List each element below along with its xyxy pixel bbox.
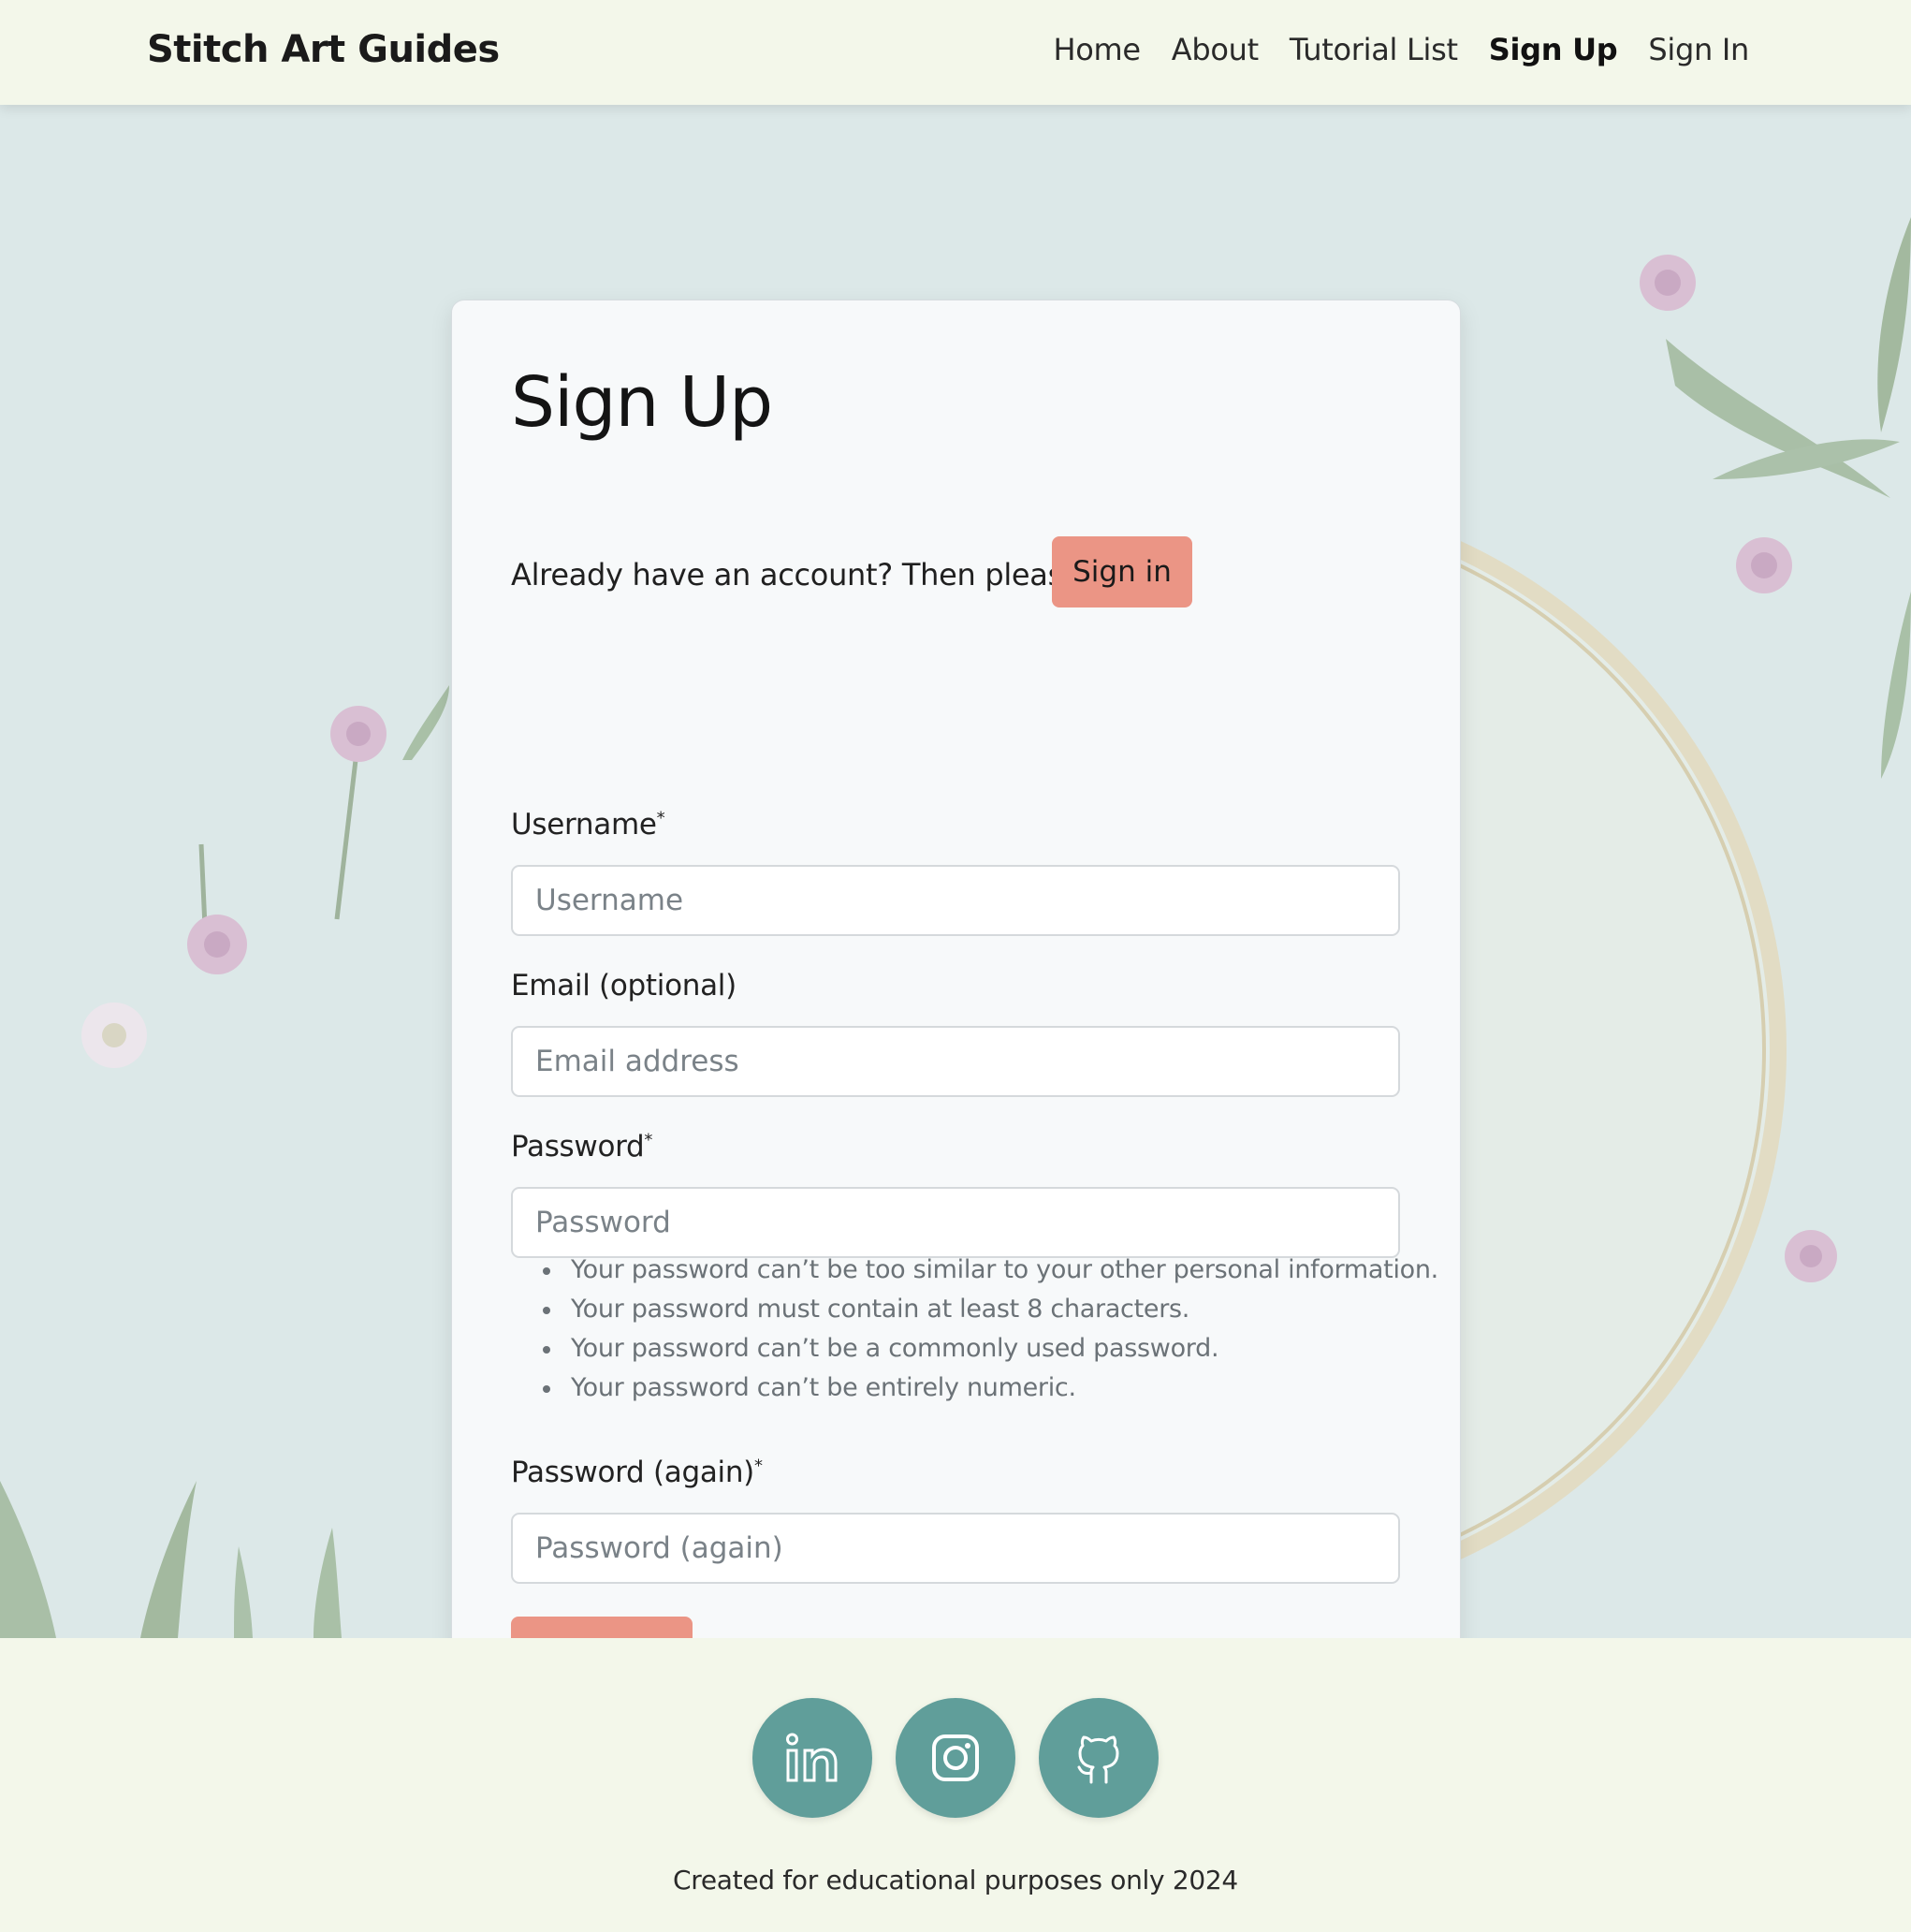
password-label: Password*: [511, 1130, 653, 1164]
password-help-item: Your password can’t be entirely numeric.: [511, 1368, 1438, 1408]
email-input[interactable]: [511, 1026, 1400, 1097]
nav-home[interactable]: Home: [1053, 32, 1141, 67]
required-marker: *: [644, 1130, 653, 1150]
navbar: Stitch Art Guides Home About Tutorial Li…: [0, 0, 1911, 105]
password-again-input[interactable]: [511, 1513, 1400, 1584]
nav-about[interactable]: About: [1172, 32, 1259, 67]
hero-background: Sign Up Already have an account? Then pl…: [0, 105, 1911, 1638]
email-label: Email (optional): [511, 969, 737, 1003]
brand-logo[interactable]: Stitch Art Guides: [147, 28, 500, 71]
sign-in-button[interactable]: Sign in: [1052, 536, 1192, 607]
password-help-item: Your password must contain at least 8 ch…: [511, 1290, 1438, 1329]
nav-sign-up[interactable]: Sign Up: [1489, 32, 1618, 67]
password-help-item: Your password can’t be too similar to yo…: [511, 1251, 1438, 1290]
already-account-text: Already have an account? Then please: [511, 557, 1082, 593]
linkedin-icon: [786, 1733, 838, 1782]
username-label: Username*: [511, 808, 665, 842]
nav-sign-in[interactable]: Sign In: [1648, 32, 1749, 67]
username-input[interactable]: [511, 865, 1400, 936]
nav-links: Home About Tutorial List Sign Up Sign In: [1053, 32, 1749, 67]
required-marker: *: [656, 808, 665, 828]
required-marker: *: [753, 1456, 763, 1476]
page-title: Sign Up: [511, 362, 773, 443]
footer: Created for educational purposes only 20…: [0, 1638, 1911, 1932]
password-input[interactable]: [511, 1187, 1400, 1258]
password-help-item: Your password can’t be a commonly used p…: [511, 1329, 1438, 1368]
github-link[interactable]: [1039, 1698, 1159, 1818]
instagram-icon: [932, 1734, 979, 1781]
nav-tutorial-list[interactable]: Tutorial List: [1290, 32, 1458, 67]
password-help-list: Your password can’t be too similar to yo…: [511, 1251, 1438, 1408]
footer-text: Created for educational purposes only 20…: [673, 1865, 1238, 1895]
linkedin-link[interactable]: [752, 1698, 872, 1818]
instagram-link[interactable]: [896, 1698, 1015, 1818]
sign-up-submit-button[interactable]: Sign Up »: [511, 1617, 693, 1638]
password-again-label: Password (again)*: [511, 1456, 763, 1489]
github-icon: [1077, 1735, 1119, 1784]
signup-card: Sign Up Already have an account? Then pl…: [451, 300, 1461, 1638]
